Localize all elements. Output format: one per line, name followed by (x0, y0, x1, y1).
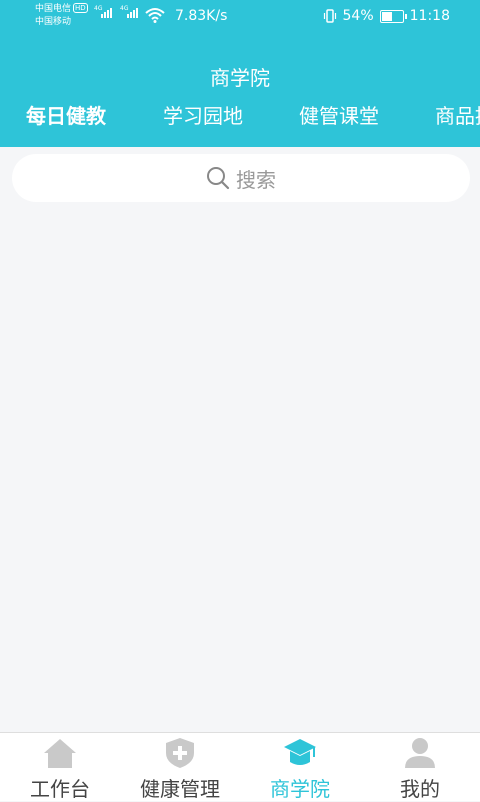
nav-label-workbench: 工作台 (30, 777, 90, 801)
status-right: 54% 11:18 (323, 8, 450, 24)
signal-strength-icon: 4G (120, 5, 138, 18)
nav-label-business-school: 商学院 (270, 777, 330, 801)
nav-item-business-school[interactable]: 商学院 (240, 733, 360, 801)
search-placeholder: 搜索 (236, 167, 276, 192)
vibrate-icon (323, 9, 336, 23)
carrier-2-label: 中国移动 (35, 17, 72, 27)
nav-label-mine: 我的 (400, 777, 440, 801)
status-bar: 中国电信 HD 中国移动 4G 4G 7.83K/s 54% 11:18 (0, 0, 480, 34)
graduation-cap-icon (284, 739, 316, 765)
app-header: 中国电信 HD 中国移动 4G 4G 7.83K/s 54% 11:18 商学院… (0, 0, 480, 147)
home-icon (44, 739, 76, 768)
shield-plus-icon (166, 738, 194, 768)
user-icon (405, 738, 435, 768)
battery-icon (379, 9, 407, 23)
category-tabs: 每日健教 学习园地 健管课堂 商品推 (0, 100, 480, 134)
network-speed: 7.83K/s (175, 8, 228, 24)
battery-percent: 54% (342, 8, 374, 24)
wifi-icon (145, 8, 165, 23)
nav-item-health-management[interactable]: 健康管理 (120, 733, 240, 801)
search-icon (207, 167, 230, 190)
tab-daily-health-education[interactable]: 每日健教 (26, 100, 106, 129)
search-bar[interactable]: 搜索 (12, 154, 470, 202)
clock: 11:18 (409, 8, 450, 24)
hd-badge: HD (73, 3, 88, 13)
carrier-1-label: 中国电信 (35, 4, 72, 14)
nav-label-health-management: 健康管理 (140, 777, 220, 801)
carrier-info: 中国电信 HD 中国移动 (35, 3, 88, 29)
nav-item-mine[interactable]: 我的 (360, 733, 480, 801)
page-title: 商学院 (210, 66, 270, 90)
bottom-nav: 工作台 健康管理 商学院 我的 (0, 732, 480, 801)
tab-health-class[interactable]: 健管课堂 (299, 100, 379, 129)
signal-indicators: 4G 4G (94, 5, 138, 18)
nav-item-workbench[interactable]: 工作台 (0, 733, 120, 801)
network-type-label: 4G (94, 5, 103, 12)
network-type-label: 4G (120, 5, 129, 12)
signal-strength-icon: 4G (94, 5, 112, 18)
tab-learning-garden[interactable]: 学习园地 (163, 100, 243, 129)
tab-products[interactable]: 商品推 (435, 100, 480, 129)
